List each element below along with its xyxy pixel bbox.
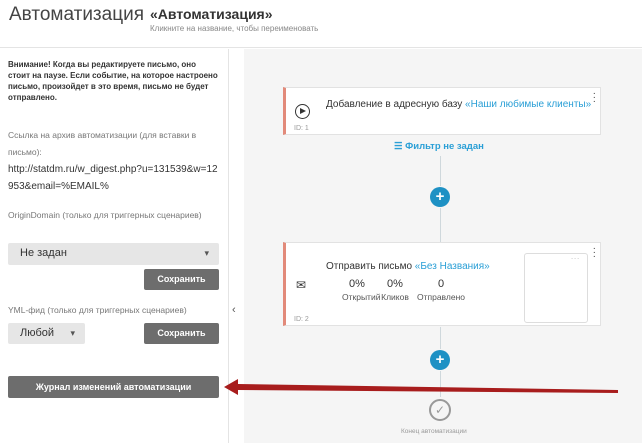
plus-icon[interactable]: + — [430, 187, 450, 207]
yml-feed-value: Любой — [20, 327, 55, 339]
origin-domain-label: OriginDomain (только для триггерных сцен… — [8, 210, 202, 220]
save-yml-button[interactable]: Сохранить — [144, 323, 219, 344]
filter-icon: ☰ — [394, 141, 403, 152]
stat-value: 0% — [349, 278, 365, 290]
trigger-base-link[interactable]: «Наши любимые клиенты» — [465, 99, 591, 110]
stat-label: Отправлено — [417, 292, 465, 302]
stat-label: Кликов — [381, 292, 409, 302]
yml-feed-select[interactable]: Любой ▾ — [8, 323, 85, 344]
rename-hint: Кликните на название, чтобы переименоват… — [150, 24, 319, 33]
play-icon — [295, 104, 310, 119]
email-prefix: Отправить письмо — [326, 261, 415, 272]
kebab-menu-icon[interactable]: · · · — [593, 89, 596, 107]
origin-domain-value: Не задан — [20, 247, 67, 259]
yml-feed-label: YML-фид (только для триггерных сценариев… — [8, 305, 187, 315]
change-journal-button[interactable]: Журнал изменений автоматизации — [8, 376, 219, 398]
chevron-down-icon: ▾ — [204, 248, 209, 258]
connector-line — [440, 327, 441, 349]
chevron-down-icon: ▾ — [70, 328, 75, 338]
trigger-id: ID: 1 — [294, 125, 309, 132]
trigger-card[interactable]: Добавление в адресную базу «Наши любимые… — [283, 87, 601, 135]
annotation-arrow-shape — [224, 379, 618, 395]
stat-sent: 0 Отправлено — [416, 278, 466, 302]
origin-domain-select[interactable]: Не задан ▾ — [8, 243, 219, 265]
email-id: ID: 2 — [294, 316, 309, 323]
archive-link-label: Ссылка на архив автоматизации (для встав… — [8, 130, 197, 157]
annotation-arrow — [224, 379, 618, 395]
check-circle-icon: ✓ — [429, 399, 451, 421]
sidebar: Внимание! Когда вы редактируете письмо, … — [0, 49, 229, 443]
email-title: Отправить письмо «Без Названия» — [326, 261, 490, 272]
email-name-link[interactable]: «Без Названия» — [415, 261, 490, 272]
page-header: Автоматизация «Автоматизация» Кликните н… — [0, 0, 642, 48]
stat-label: Открытий — [342, 292, 381, 302]
filter-label: Фильтр не задан — [405, 141, 484, 152]
stat-value: 0% — [387, 278, 403, 290]
automation-name[interactable]: «Автоматизация» — [150, 6, 273, 22]
save-origin-button[interactable]: Сохранить — [144, 269, 219, 290]
edit-warning: Внимание! Когда вы редактируете письмо, … — [8, 60, 218, 102]
stat-opens: 0% Открытий — [342, 278, 381, 302]
connector-line — [440, 156, 441, 186]
email-card[interactable]: Отправить письмо «Без Названия» ✉ 0% Отк… — [283, 242, 601, 326]
sidebar-collapse-icon[interactable]: ‹ — [232, 304, 236, 316]
end-label: Конец автоматизации — [401, 428, 467, 435]
email-thumbnail[interactable] — [524, 253, 588, 323]
stat-clicks: 0% Кликов — [378, 278, 412, 302]
app-title: Автоматизация — [9, 4, 144, 25]
archive-link[interactable]: http://statdm.ru/w_digest.php?u=131539&w… — [8, 161, 220, 195]
trigger-text: Добавление в адресную базу «Наши любимые… — [326, 97, 596, 112]
kebab-menu-icon[interactable]: · · · — [593, 244, 596, 262]
mail-icon: ✉ — [296, 278, 307, 292]
filter-link[interactable]: ☰ Фильтр не задан — [394, 141, 484, 152]
connector-line — [440, 208, 441, 242]
plus-icon[interactable]: + — [430, 350, 450, 370]
trigger-prefix: Добавление в адресную базу — [326, 99, 466, 110]
stat-value: 0 — [437, 278, 445, 290]
